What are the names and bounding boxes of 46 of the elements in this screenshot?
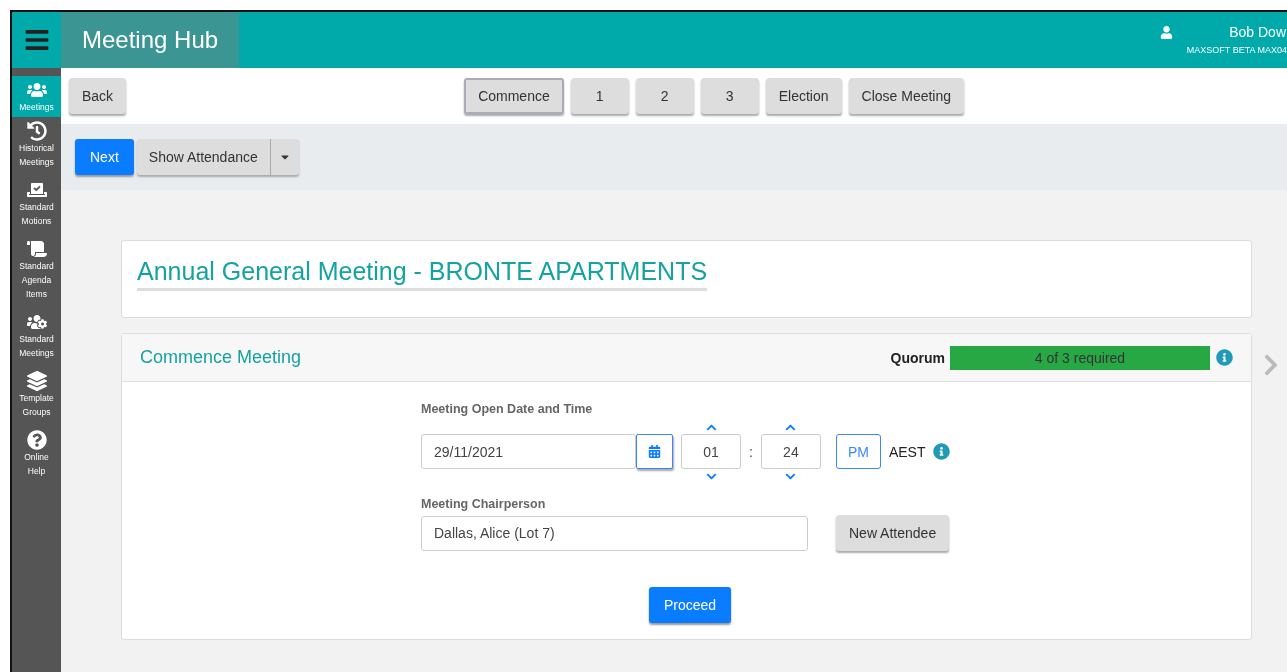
help-icon	[26, 430, 47, 450]
step-tab[interactable]: 1	[570, 78, 629, 114]
proceed-button[interactable]: Proceed	[649, 587, 732, 623]
next-button[interactable]: Next	[75, 139, 134, 175]
history-icon	[26, 121, 47, 141]
user-icon	[1159, 26, 1173, 39]
new-attendee-button[interactable]: New Attendee	[836, 515, 950, 551]
app-title: Meeting Hub	[82, 26, 219, 54]
timezone-label: AEST	[888, 443, 926, 460]
show-attendance-button[interactable]: Show Attendance	[136, 139, 271, 175]
sidebar-item[interactable]: Template Groups	[12, 367, 61, 422]
calendar-icon	[648, 445, 661, 458]
back-button[interactable]: Back	[69, 78, 127, 114]
sidebar-item[interactable]: Standard Meetings	[12, 308, 61, 363]
calendar-button[interactable]	[636, 434, 673, 469]
sidebar-item[interactable]: Standard Agenda Items	[12, 235, 61, 304]
step-tab[interactable]: Close Meeting	[848, 78, 965, 114]
menu-icon[interactable]	[23, 27, 50, 53]
field-label: Meeting Open Date and Time	[421, 402, 594, 416]
users-gear-icon	[26, 312, 47, 332]
sidebar-item[interactable]: Online Help	[12, 426, 61, 481]
time-separator: :	[749, 443, 753, 460]
scroll-icon	[26, 239, 47, 259]
checked-tray-icon	[26, 180, 47, 200]
sidebar-item[interactable]: Historical Meetings	[12, 117, 61, 172]
info-icon[interactable]	[933, 443, 951, 460]
chairperson-field[interactable]: Dallas, Alice (Lot 7)	[421, 515, 808, 551]
date-field[interactable]: 29/11/2021	[421, 434, 636, 469]
step-tab[interactable]: 2	[635, 78, 694, 114]
user-organisation: MAXSOFT BETA MAX04	[1186, 45, 1287, 55]
field-label: Meeting Chairperson	[421, 497, 547, 511]
step-tab[interactable]: Election	[765, 78, 842, 114]
meeting-title: Annual General Meeting - BRONTE APARTMENTS	[137, 257, 708, 291]
step-tab[interactable]: 3	[700, 78, 759, 114]
section-title: Commence Meeting	[140, 347, 302, 368]
ampm-toggle[interactable]: PM	[835, 434, 881, 469]
step-tab[interactable]: Commence	[464, 78, 564, 114]
user-name: Bob Dow	[1229, 24, 1287, 40]
info-icon[interactable]	[1216, 349, 1233, 366]
quorum-label: Quorum	[890, 349, 945, 366]
sidebar-item[interactable]: Standard Motions	[12, 176, 61, 231]
hour-field[interactable]: 01	[681, 434, 741, 469]
minute-field[interactable]: 24	[760, 434, 821, 469]
quorum-text: 4 of 3 required	[1033, 349, 1127, 366]
layers-icon	[26, 371, 47, 391]
users-icon	[26, 80, 47, 100]
